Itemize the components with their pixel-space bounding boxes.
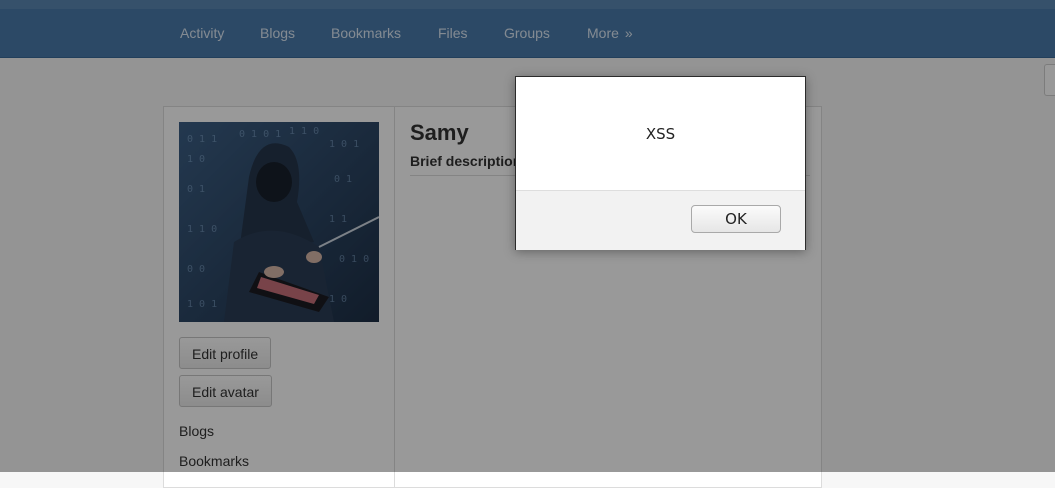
ok-button[interactable]: OK [691, 205, 781, 233]
alert-message: XSS [645, 125, 676, 143]
alert-footer: OK [516, 190, 805, 250]
alert-dialog: XSS OK [515, 76, 806, 250]
